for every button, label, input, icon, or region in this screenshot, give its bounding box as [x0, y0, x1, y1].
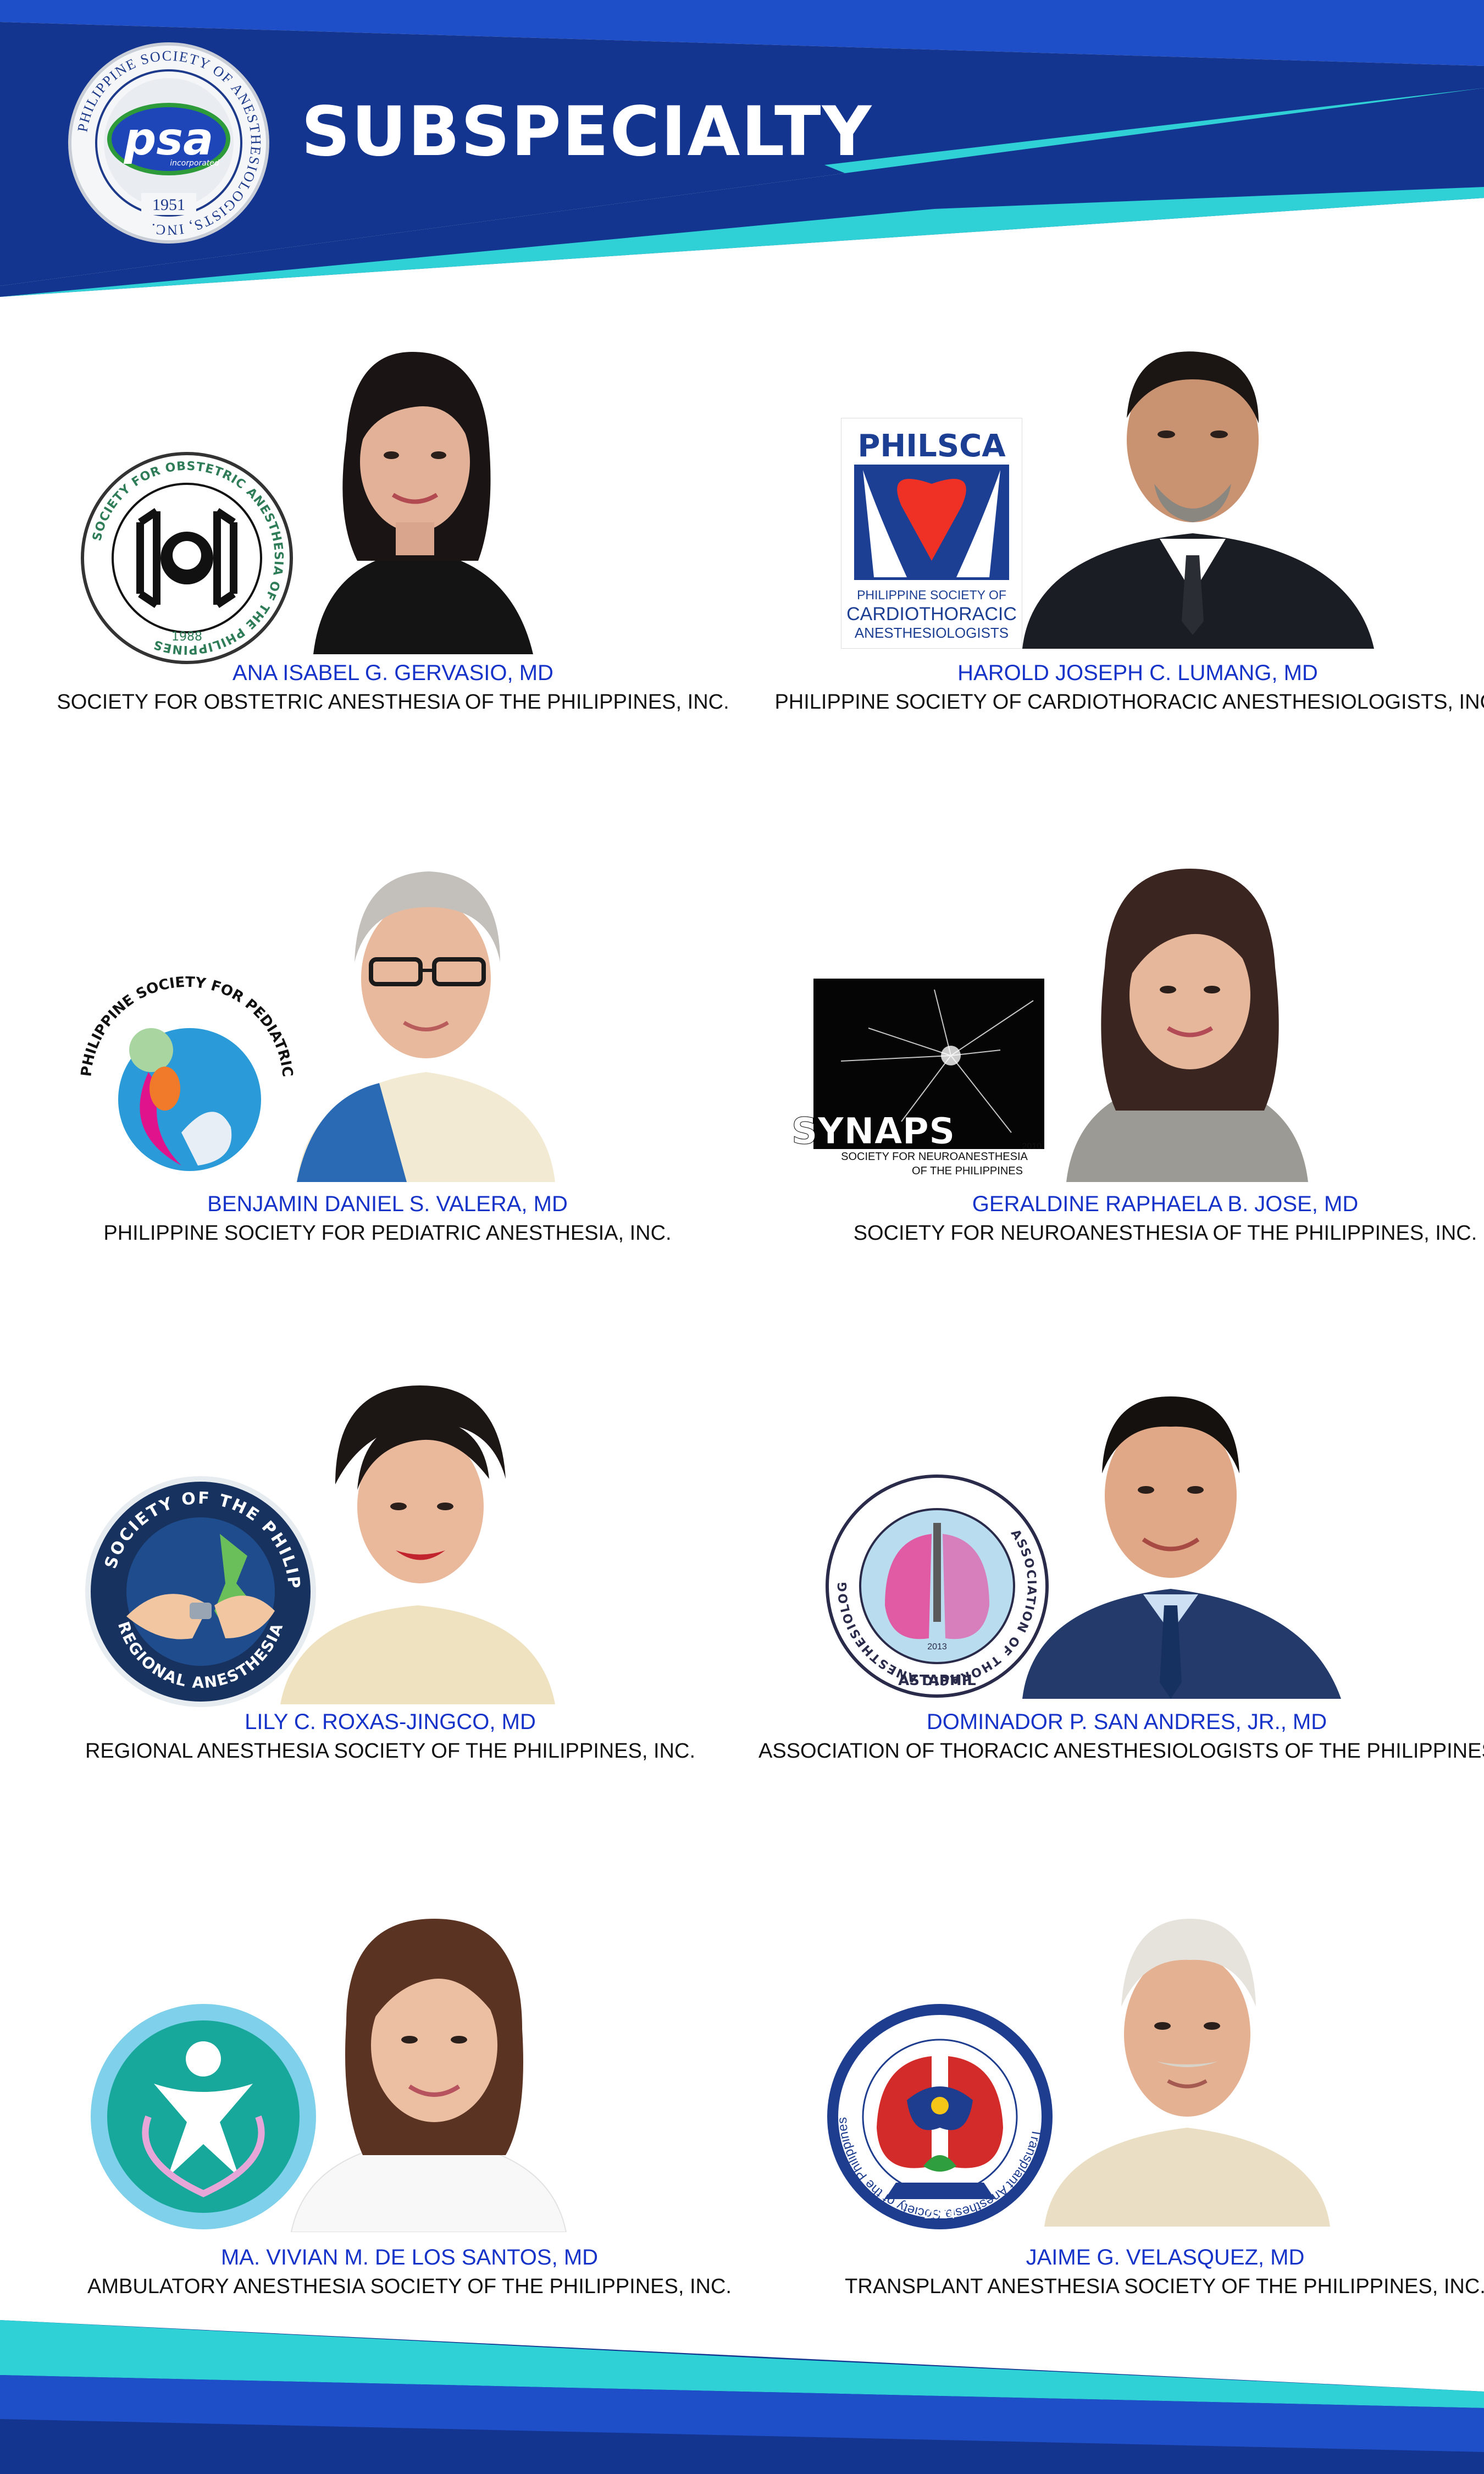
svg-text:2010: 2010 — [1022, 1142, 1042, 1151]
officer-organization: REGIONAL ANESTHESIA SOCIETY OF THE PHILI… — [85, 1739, 696, 1763]
officer-photo — [280, 841, 572, 1182]
tasp-logo: Transplant Anesthesia Society of the Phi… — [821, 1990, 1055, 2232]
svg-text:ANESTHESIOLOGISTS: ANESTHESIOLOGISTS — [855, 625, 1009, 641]
officer-name: ANA ISABEL G. GERVASIO, MD — [232, 661, 553, 685]
officer-photo — [1044, 852, 1330, 1182]
officer-photo — [280, 1358, 555, 1704]
officer-photo — [1033, 1897, 1341, 2227]
svg-text:SYNAPS: SYNAPS — [791, 1110, 955, 1152]
officer-name: JAIME G. VELASQUEZ, MD — [1026, 2245, 1305, 2269]
pspa-logo: PHILIPPINE SOCIETY FOR PEDIATRIC ANESTHE… — [65, 955, 302, 1199]
soap-logo: SOCIETY FOR OBSTETRIC ANESTHESIA OF THE … — [80, 451, 294, 665]
svg-text:PHILSCA: PHILSCA — [857, 428, 1006, 464]
svg-text:ASTAPHIL: ASTAPHIL — [898, 1672, 976, 1689]
officer-organization: TRANSPLANT ANESTHESIA SOCIETY OF THE PHI… — [845, 2275, 1484, 2298]
officer-name: DOMINADOR P. SAN ANDRES, JR., MD — [926, 1710, 1327, 1734]
svg-text:incorporated: incorporated — [170, 159, 219, 168]
footer-banner — [0, 2320, 1484, 2474]
officer-name: GERALDINE RAPHAELA B. JOSE, MD — [972, 1192, 1359, 1216]
svg-text:ESTABLISHED IN 2010: ESTABLISHED IN 2010 — [165, 1690, 235, 1698]
page-title: SUBSPECIALTY — [301, 92, 873, 172]
svg-text:2013: 2013 — [927, 1642, 947, 1652]
psa-logo: PHILIPPINE SOCIETY OF ANESTHESIOLOGISTS,… — [67, 41, 270, 245]
astaphil-logo: ASSOCIATION OF THORACIC ANESTHESIOLOGIST… — [819, 1463, 1050, 1699]
svg-text:1988: 1988 — [171, 630, 202, 644]
officer-organization: PHILIPPINE SOCIETY FOR PEDIATRIC ANESTHE… — [103, 1222, 672, 1245]
officer-photo — [247, 330, 588, 654]
svg-text:psa: psa — [124, 113, 214, 165]
officer-name: HAROLD JOSEPH C. LUMANG, MD — [957, 661, 1318, 685]
aasp-logo — [88, 2001, 319, 2232]
svg-text:CARDIOTHORACIC: CARDIOTHORACIC — [846, 604, 1017, 625]
svg-text:2024: 2024 — [924, 2205, 956, 2222]
officer-photo — [1022, 335, 1374, 649]
svg-text:OF THE PHILIPPINES: OF THE PHILIPPINES — [912, 1165, 1023, 1177]
svg-text:SOCIETY FOR NEUROANESTHESIA: SOCIETY FOR NEUROANESTHESIA — [841, 1151, 1028, 1163]
officer-name: BENJAMIN DANIEL S. VALERA, MD — [207, 1192, 568, 1216]
synaps-logo: SYNAPS 2010 SOCIETY FOR NEUROANESTHESIA … — [769, 968, 1050, 1182]
officer-organization: ASSOCIATION OF THORACIC ANESTHESIOLOGIST… — [758, 1739, 1484, 1763]
officer-organization: PHILIPPINE SOCIETY OF CARDIOTHORACIC ANE… — [774, 691, 1484, 714]
officer-organization: SOCIETY FOR NEUROANESTHESIA OF THE PHILI… — [853, 1222, 1477, 1245]
officer-photo — [286, 1897, 572, 2233]
officer-name: LILY C. ROXAS-JINGCO, MD — [245, 1710, 536, 1734]
svg-text:PHILIPPINE SOCIETY OF: PHILIPPINE SOCIETY OF — [857, 588, 1006, 602]
philsca-logo: PHILSCA PHILIPPINE SOCIETY OF CARDIOTHOR… — [840, 417, 1023, 649]
officer-organization: SOCIETY FOR OBSTETRIC ANESTHESIA OF THE … — [57, 691, 729, 714]
rasp-logo: SOCIETY OF THE PHILIPPINES REGIONAL ANES… — [75, 1459, 319, 1710]
officer-name: MA. VIVIAN M. DE LOS SANTOS, MD — [220, 2245, 599, 2269]
officer-organization: AMBULATORY ANESTHESIA SOCIETY OF THE PHI… — [87, 2275, 732, 2298]
svg-text:1951: 1951 — [152, 196, 185, 214]
